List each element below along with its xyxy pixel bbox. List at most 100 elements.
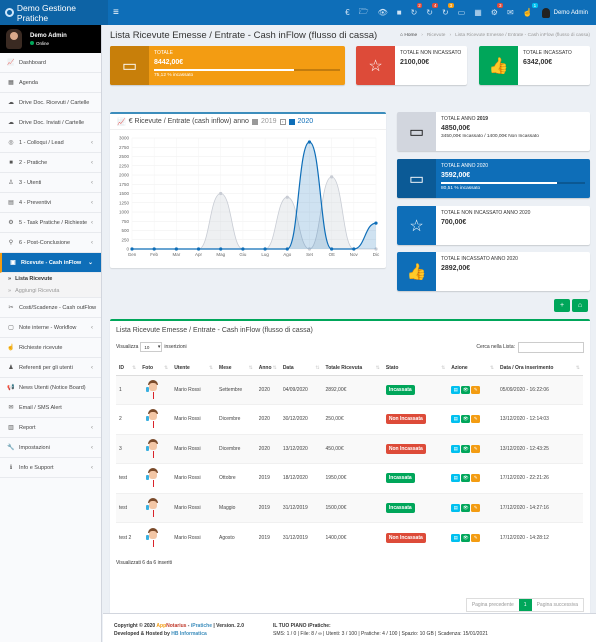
column-header[interactable]: Azione ⇅ <box>448 361 498 376</box>
hamburger-icon[interactable]: ≡ <box>113 7 119 18</box>
edit-button[interactable]: ✎ <box>471 533 481 542</box>
sidebar-item-drive-doc-inviati-cartelle[interactable]: ☁ Drive Doc. Inviati / Cartelle <box>0 113 101 133</box>
sidebar-item-6-post-conclusione[interactable]: ⚲ 6 - Post-Conclusione ‹ <box>0 233 101 253</box>
toggle-checkbox[interactable]: ▫ <box>279 118 286 125</box>
refresh-icon[interactable]: ↻ 4 <box>426 3 438 17</box>
user-menu[interactable]: Demo Admin <box>541 7 588 18</box>
plus-icon: + <box>559 302 565 309</box>
square-icon[interactable]: ■ <box>397 8 402 17</box>
document-button[interactable]: ▤ <box>451 385 461 394</box>
breadcrumb-home[interactable]: ⌂ Home <box>400 33 417 38</box>
folder-icon[interactable]: 🗁 <box>359 6 369 20</box>
sidebar-item-drive-doc-ricevuti-cartelle[interactable]: ☁ Drive Doc. Ricevuti / Cartelle <box>0 93 101 113</box>
cell-stato: Non Incassata <box>382 522 449 552</box>
sidebar-item-agenda[interactable]: ▦ Agenda <box>0 73 101 93</box>
next-page-button[interactable]: Pagina successiva <box>532 599 583 611</box>
avatar <box>6 29 22 49</box>
ipratiche-link[interactable]: iPratiche <box>191 623 212 629</box>
view-button[interactable]: 👁 <box>461 415 471 424</box>
totale-box: ▭ TOTALE 8442,00€ 75,12 % incassato <box>110 46 345 85</box>
legend-2019[interactable]: 2019 <box>261 118 277 125</box>
chevron-left-icon: ‹ <box>91 239 93 246</box>
calendar-icon[interactable]: ▭ <box>458 8 466 17</box>
add-ricevuta-button[interactable]: + <box>554 299 570 312</box>
brand-logo[interactable]: Demo Gestione Pratiche <box>0 0 108 25</box>
hand-icon[interactable]: ☝ 1 <box>523 3 538 17</box>
refresh-icon[interactable]: ↻ 3 <box>442 3 454 17</box>
view-button[interactable]: 👁 <box>461 503 471 512</box>
column-header[interactable]: Mese ⇅ <box>216 361 256 376</box>
view-button[interactable]: 👁 <box>461 533 471 542</box>
column-header[interactable]: ID ⇅ <box>116 361 140 376</box>
edit-button[interactable]: ✎ <box>471 444 481 453</box>
sidebar-item-report[interactable]: ▥ Report ‹ <box>0 418 101 438</box>
sidebar-item-note-interne-workflow[interactable]: ▢ Note interne - Workflow ‹ <box>0 318 101 338</box>
cell-stato: Non Incassata <box>382 404 449 434</box>
entries-select[interactable]: 10 <box>140 342 163 352</box>
column-header[interactable]: Data / Ora inserimento ⇅ <box>497 361 583 376</box>
cell-inserimento: 05/09/2020 - 16:22:06 <box>497 374 583 405</box>
sidebar-item-5-task-pratiche-richieste[interactable]: ⚙ 5 - Task Pratiche / Richieste ‹ <box>0 213 101 233</box>
list-info: Visualizzati 6 da 6 inseriti <box>116 560 173 566</box>
sidebar-item-label: Note interne - Workflow <box>19 324 77 331</box>
column-header[interactable]: Anno ⇅ <box>255 361 280 376</box>
cell-azione: ▤ 👁 ✎ <box>448 492 498 523</box>
cell-utente: Mario Rossi <box>171 463 217 493</box>
sidebar-item-3-utenti[interactable]: ♙ 3 - Utenti ‹ <box>0 173 101 193</box>
sidebar-item-impostazioni[interactable]: 🔧 Impostazioni ‹ <box>0 438 101 458</box>
edit-button[interactable]: ✎ <box>471 385 481 394</box>
column-header[interactable]: Utente ⇅ <box>171 361 217 376</box>
document-button[interactable]: ▤ <box>451 444 461 453</box>
sidebar-item-referenti-per-gli-utenti[interactable]: ♟ Referenti per gli utenti ‹ <box>0 358 101 378</box>
view-button[interactable]: 👁 <box>461 385 471 394</box>
sidebar-item-dashboard[interactable]: 📈 Dashboard <box>0 53 101 73</box>
page-1-button[interactable]: 1 <box>518 599 532 611</box>
anno-2019-label: TOTALE ANNO 2019 <box>441 116 489 122</box>
prev-page-button[interactable]: Pagina precedente <box>467 599 519 611</box>
sidebar-item-label: 3 - Utenti <box>19 179 42 186</box>
sidebar-item-4-preventivi[interactable]: ▤ 4 - Preventivi ‹ <box>0 193 101 213</box>
column-header[interactable]: Foto ⇅ <box>139 361 172 376</box>
sidebar-item-2-pratiche[interactable]: ■ 2 - Pratiche ‹ <box>0 153 101 173</box>
euro-icon[interactable]: € <box>345 8 349 17</box>
document-button[interactable]: ▤ <box>451 533 461 542</box>
calendar-grid-icon[interactable]: ▦ <box>474 8 482 17</box>
breadcrumb-ricevute[interactable]: Ricevute <box>427 33 446 38</box>
refresh-icon[interactable]: ↻ 2 <box>411 3 423 17</box>
search-input[interactable] <box>518 341 584 353</box>
sidebar-item-1-colloqui-lead[interactable]: ◎ 1 - Colloqui / Lead ‹ <box>0 133 101 153</box>
submenu-item[interactable]: » Aggiungi Ricevuta <box>0 285 101 297</box>
cell-id: test 2 <box>116 522 140 552</box>
column-header[interactable]: Stato ⇅ <box>382 361 449 376</box>
document-button[interactable]: ▤ <box>451 415 461 424</box>
sidebar-item-richieste-ricevute[interactable]: ☝ Richieste ricevute <box>0 338 101 358</box>
cell-data: 13/12/2020 <box>279 433 323 464</box>
developer-link[interactable]: HB Informatica <box>171 631 207 637</box>
bank-button[interactable]: ⌂ <box>572 299 588 312</box>
data-point-2019 <box>330 175 334 179</box>
legend-2020[interactable]: 2020 <box>298 118 314 125</box>
eye-icon[interactable]: 👁 <box>378 8 388 17</box>
edit-button[interactable]: ✎ <box>471 415 481 424</box>
sidebar-item-email-sms-alert[interactable]: ✉ Email / SMS Alert <box>0 398 101 418</box>
ricevute-list-box: Lista Ricevute Emesse / Entrate - Cash i… <box>110 319 590 618</box>
credit-card-icon: ▭ <box>397 112 436 151</box>
non-incassato-value: 2100,00€ <box>400 59 430 66</box>
sidebar-item-info-e-support[interactable]: ℹ Info e Support ‹ <box>0 458 101 478</box>
sidebar-item-news-utenti-notice-board[interactable]: 📢 News Utenti (Notice Board) <box>0 378 101 398</box>
document-button[interactable]: ▤ <box>451 474 461 483</box>
envelope-icon[interactable]: ✉ <box>507 8 514 17</box>
submenu-item[interactable]: » Lista Ricevute <box>0 273 101 285</box>
document-button[interactable]: ▤ <box>451 503 461 512</box>
sidebar-item-ricevute-cash-inflow[interactable]: ▣ Ricevute - Cash inFlow ⌄ <box>0 253 101 273</box>
data-point-2020 <box>241 247 245 251</box>
view-button[interactable]: 👁 <box>461 444 471 453</box>
cell-mese: Agosto <box>216 522 256 552</box>
sidebar-item-costi-scadenze-cash-outflow[interactable]: ✂ Costi/Scadenze - Cash outFlow ‹ <box>0 298 101 318</box>
column-header[interactable]: Totale Ricevuta ⇅ <box>322 361 383 376</box>
edit-button[interactable]: ✎ <box>471 474 481 483</box>
edit-button[interactable]: ✎ <box>471 503 481 512</box>
column-header[interactable]: Data ⇅ <box>279 361 323 376</box>
view-button[interactable]: 👁 <box>461 474 471 483</box>
cogs-icon[interactable]: ⚙ 3 <box>491 3 503 17</box>
